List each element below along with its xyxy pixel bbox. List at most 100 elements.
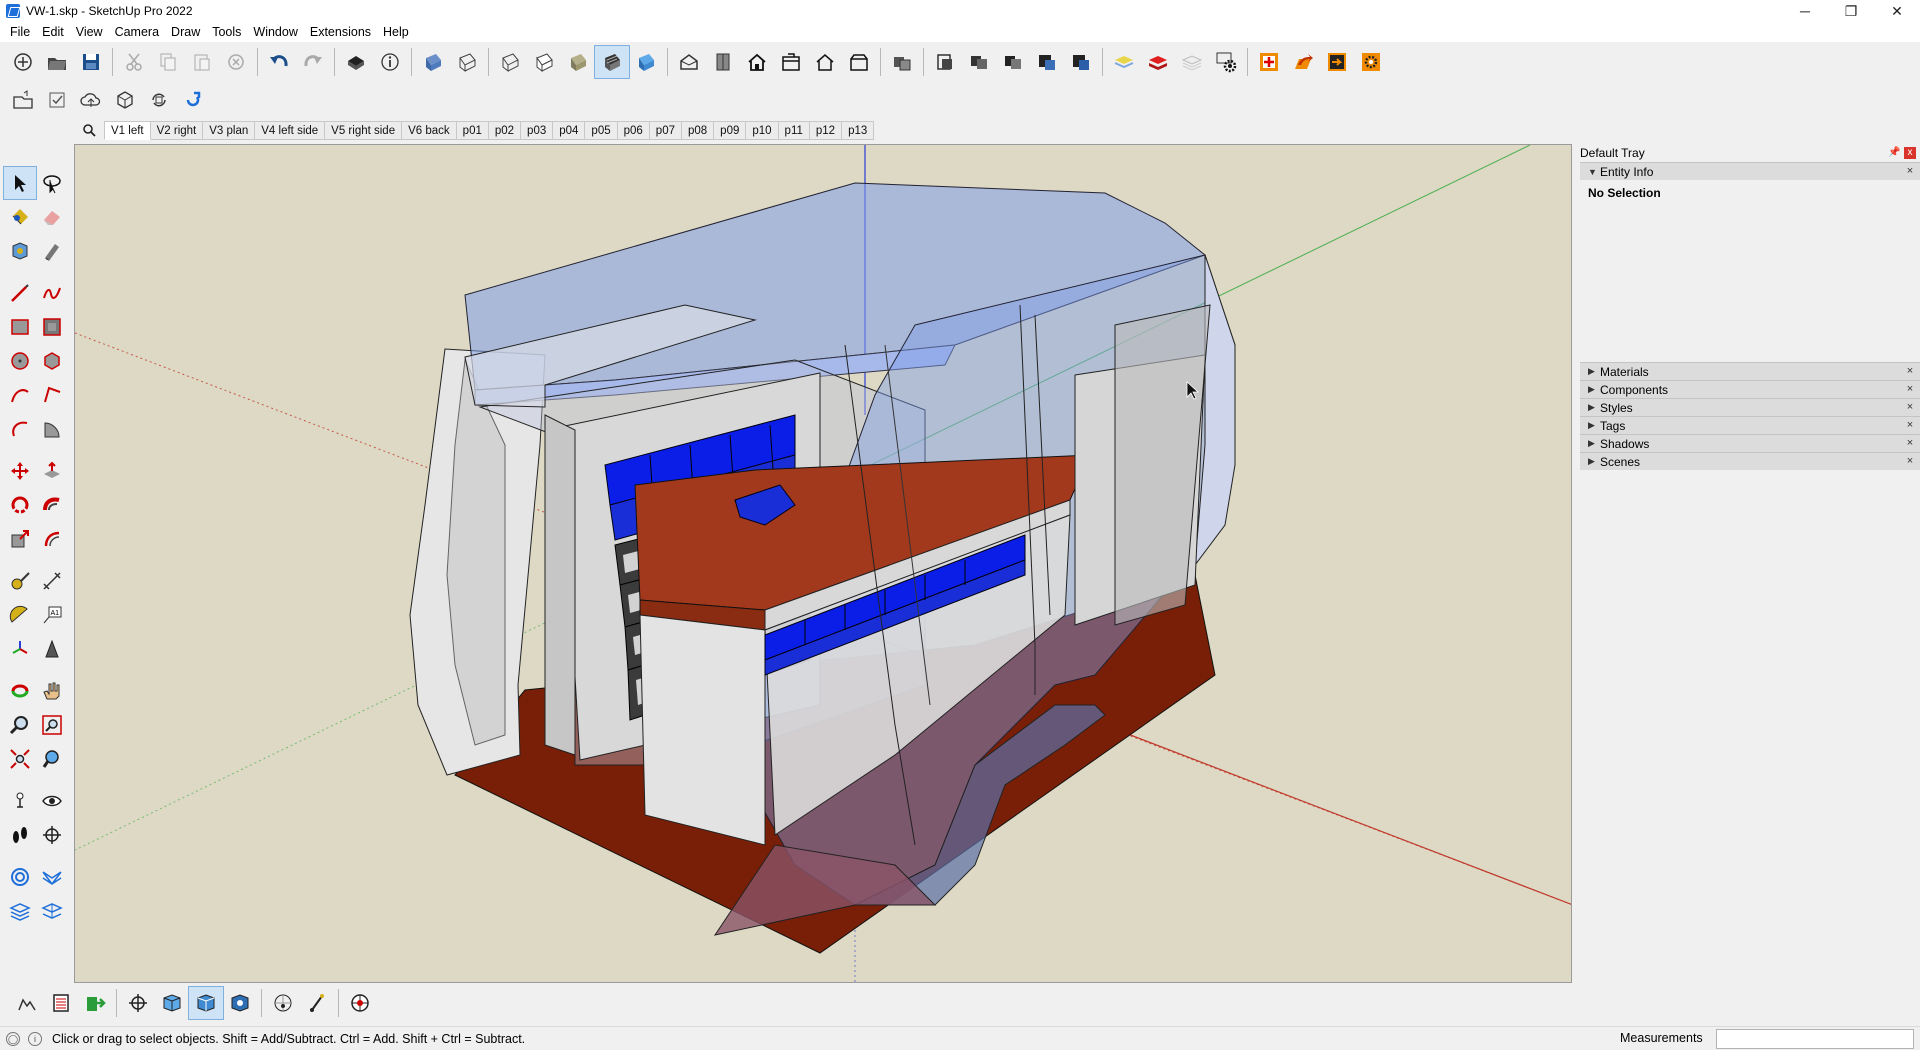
component-a-icon[interactable]: [885, 46, 919, 78]
tag-yellow-icon[interactable]: [1107, 46, 1141, 78]
close-icon[interactable]: ×: [1904, 384, 1916, 396]
scene-tab-p02[interactable]: p02: [488, 120, 522, 140]
three-point-arc-icon[interactable]: [4, 413, 36, 445]
tray-panel-scenes[interactable]: ▶ Scenes ×: [1580, 452, 1920, 470]
wireframe-icon[interactable]: [493, 46, 527, 78]
check-icon[interactable]: [40, 84, 74, 116]
section-toggle-icon[interactable]: [1064, 46, 1098, 78]
front-view-icon[interactable]: [740, 46, 774, 78]
protractor-icon[interactable]: [4, 599, 36, 631]
menu-extensions[interactable]: Extensions: [304, 22, 377, 42]
walk-tool-icon[interactable]: [4, 819, 36, 851]
measure-point-icon[interactable]: [266, 987, 300, 1019]
shaded-icon[interactable]: [561, 46, 595, 78]
scene-tab-p05[interactable]: p05: [585, 120, 618, 140]
menu-tools[interactable]: Tools: [206, 22, 247, 42]
tray-panel-shadows[interactable]: ▶ Shadows ×: [1580, 434, 1920, 452]
minimize-button[interactable]: ─: [1782, 0, 1828, 22]
ext-gear-icon[interactable]: [1354, 46, 1388, 78]
pin-icon[interactable]: 📌: [1888, 147, 1900, 159]
section-cut-icon[interactable]: [996, 46, 1030, 78]
back-edges-icon[interactable]: [450, 46, 484, 78]
top-view-icon[interactable]: [706, 46, 740, 78]
scene-tab-p04[interactable]: p04: [553, 120, 586, 140]
close-icon[interactable]: ×: [1904, 420, 1916, 432]
section-box-icon[interactable]: [155, 987, 189, 1019]
sandbox-smoove-icon[interactable]: [4, 895, 36, 927]
scene-tab-p07[interactable]: p07: [649, 120, 682, 140]
close-icon[interactable]: ×: [1904, 456, 1916, 468]
geo-location-icon[interactable]: [343, 987, 377, 1019]
two-point-arc-icon[interactable]: [36, 379, 68, 411]
probe-icon[interactable]: [300, 987, 334, 1019]
close-icon[interactable]: ×: [1904, 166, 1916, 178]
tag-red-icon[interactable]: [1141, 46, 1175, 78]
select-tool-icon[interactable]: [3, 166, 37, 200]
scene-hide-icon[interactable]: [10, 987, 44, 1019]
menu-edit[interactable]: Edit: [36, 22, 70, 42]
erase-icon[interactable]: [219, 46, 253, 78]
pan-tool-icon[interactable]: [36, 675, 68, 707]
section-sphere-icon[interactable]: [223, 987, 257, 1019]
section-cube-icon[interactable]: [188, 986, 224, 1020]
zoom-tool-icon[interactable]: [4, 709, 36, 741]
save-icon[interactable]: [74, 46, 108, 78]
push-pull-icon[interactable]: [36, 455, 68, 487]
offset-tool-icon[interactable]: [36, 523, 68, 555]
look-around-icon[interactable]: [36, 785, 68, 817]
scene-tab-p08[interactable]: p08: [681, 120, 715, 140]
warehouse-icon[interactable]: [6, 84, 40, 116]
zoom-previous-icon[interactable]: [36, 743, 68, 775]
scene-tab-v1-left[interactable]: V1 left: [104, 120, 151, 140]
zoom-window-icon[interactable]: [36, 709, 68, 741]
tag-white-icon[interactable]: [1175, 46, 1209, 78]
measurements-input[interactable]: [1716, 1029, 1914, 1049]
menu-file[interactable]: File: [4, 22, 36, 42]
scene-tab-v4-left-side[interactable]: V4 left side: [255, 120, 326, 140]
component-tool-icon[interactable]: [4, 235, 36, 267]
model-viewport[interactable]: [74, 144, 1572, 983]
report-icon[interactable]: [44, 987, 78, 1019]
menu-draw[interactable]: Draw: [165, 22, 206, 42]
scene-tab-v6-back[interactable]: V6 back: [402, 120, 457, 140]
refresh-icon[interactable]: [142, 84, 176, 116]
rotate-tool-icon[interactable]: [4, 489, 36, 521]
crosshair-icon[interactable]: [121, 987, 155, 1019]
sync-icon[interactable]: [176, 84, 210, 116]
axes-tool-icon[interactable]: [4, 633, 36, 665]
zoom-extents-icon[interactable]: [4, 743, 36, 775]
scene-tab-p09[interactable]: p09: [714, 120, 747, 140]
paste-icon[interactable]: [185, 46, 219, 78]
dimension-tool-icon[interactable]: [36, 565, 68, 597]
scene-tab-v2-right[interactable]: V2 right: [150, 120, 204, 140]
right-view-icon[interactable]: [774, 46, 808, 78]
search-icon[interactable]: [74, 120, 104, 140]
pie-tool-icon[interactable]: [36, 413, 68, 445]
scene-tab-p01[interactable]: p01: [456, 120, 489, 140]
line-tool-icon[interactable]: [4, 277, 36, 309]
position-camera-icon[interactable]: [4, 785, 36, 817]
freehand-tool-icon[interactable]: [36, 277, 68, 309]
ext-push-icon[interactable]: [1320, 46, 1354, 78]
iso-view-icon[interactable]: [672, 46, 706, 78]
left-view-icon[interactable]: [842, 46, 876, 78]
geo-status-icon[interactable]: ◯: [6, 1031, 20, 1046]
ext-warehouse-icon[interactable]: [108, 84, 142, 116]
tag-tool-icon[interactable]: [36, 235, 68, 267]
close-icon[interactable]: ×: [1904, 366, 1916, 378]
circle-tool-icon[interactable]: [4, 345, 36, 377]
scene-tab-p10[interactable]: p10: [746, 120, 779, 140]
tape-measure-icon[interactable]: [4, 565, 36, 597]
xray-icon[interactable]: [416, 46, 450, 78]
menu-help[interactable]: Help: [377, 22, 415, 42]
close-icon[interactable]: ×: [1904, 402, 1916, 414]
scale-tool-icon[interactable]: [4, 523, 36, 555]
tray-panel-materials[interactable]: ▶ Materials ×: [1580, 362, 1920, 380]
menu-camera[interactable]: Camera: [109, 22, 165, 42]
info-status-icon[interactable]: i: [28, 1031, 42, 1046]
undo-icon[interactable]: [262, 46, 296, 78]
maximize-button[interactable]: ❐: [1828, 0, 1874, 22]
sandbox-stamp-icon[interactable]: [36, 895, 68, 927]
scene-tab-p03[interactable]: p03: [521, 120, 554, 140]
menu-view[interactable]: View: [70, 22, 109, 42]
